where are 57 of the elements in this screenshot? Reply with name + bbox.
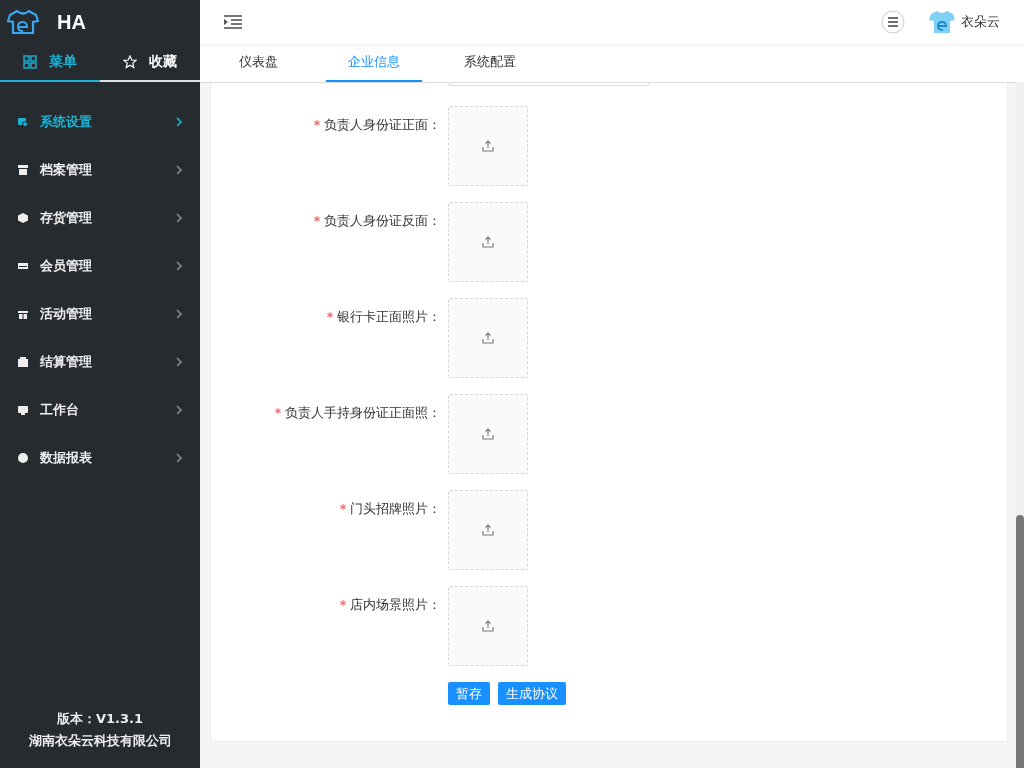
card-icon: [18, 261, 28, 271]
field-label: 负责人身份证反面：: [324, 212, 441, 230]
upload-box[interactable]: [448, 586, 528, 666]
upload-box[interactable]: [448, 394, 528, 474]
scrollbar-thumb[interactable]: [1016, 515, 1024, 768]
page-tab[interactable]: 系统配置: [442, 44, 538, 82]
field-label: 门头招牌照片：: [350, 500, 441, 518]
version-text: 版本：V1.3.1: [55, 710, 145, 728]
menu-item[interactable]: 结算管理: [0, 338, 200, 386]
chevron-right-icon: [176, 453, 182, 463]
menu-item[interactable]: 工作台: [0, 386, 200, 434]
page-tab[interactable]: 仪表盘: [210, 44, 306, 82]
input-field[interactable]: [448, 83, 650, 86]
settings-icon: [18, 117, 28, 127]
field-label: 负责人手持身份证正面照：: [285, 404, 441, 422]
field-label: 店内场景照片：: [350, 596, 441, 614]
shirt-avatar-icon: [929, 10, 955, 34]
monitor-icon: [18, 405, 28, 415]
upload-icon: [482, 140, 494, 152]
menu-item[interactable]: 系统设置: [0, 98, 200, 146]
upload-box[interactable]: [448, 298, 528, 378]
menu-item[interactable]: 活动管理: [0, 290, 200, 338]
user-name: 衣朵云: [961, 13, 1000, 31]
menu-item[interactable]: 存货管理: [0, 194, 200, 242]
upload-icon: [482, 332, 494, 344]
upload-box[interactable]: [448, 202, 528, 282]
menu-icon[interactable]: [881, 10, 905, 34]
chevron-right-icon: [176, 165, 182, 175]
brand-name: HA: [57, 10, 86, 34]
menu-item[interactable]: 数据报表: [0, 434, 200, 482]
gift-icon: [18, 309, 28, 319]
grid-icon: [23, 55, 37, 69]
bag-icon: [18, 357, 28, 367]
company-name: 湖南衣朵云科技有限公司: [27, 732, 173, 750]
chevron-right-icon: [176, 357, 182, 367]
upload-icon: [482, 620, 494, 632]
field-label: 银行卡正面照片：: [337, 308, 441, 326]
chevron-right-icon: [176, 309, 182, 319]
shirt-logo-icon: [7, 9, 39, 35]
sidebar-tab[interactable]: 菜单: [0, 44, 100, 82]
chevron-right-icon: [176, 213, 182, 223]
scrollbar[interactable]: [1016, 82, 1024, 768]
collapse-menu-icon[interactable]: [224, 15, 242, 29]
archive-icon: [18, 165, 28, 175]
menu-item[interactable]: 档案管理: [0, 146, 200, 194]
menu-item[interactable]: 会员管理: [0, 242, 200, 290]
chevron-right-icon: [176, 405, 182, 415]
upload-box[interactable]: [448, 106, 528, 186]
upload-icon: [482, 524, 494, 536]
box-icon: [18, 213, 28, 223]
star-icon: [123, 55, 137, 69]
upload-icon: [482, 236, 494, 248]
field-label: 负责人身份证正面：: [324, 116, 441, 134]
chevron-right-icon: [176, 117, 182, 127]
upload-box[interactable]: [448, 490, 528, 570]
chevron-right-icon: [176, 261, 182, 271]
upload-icon: [482, 428, 494, 440]
